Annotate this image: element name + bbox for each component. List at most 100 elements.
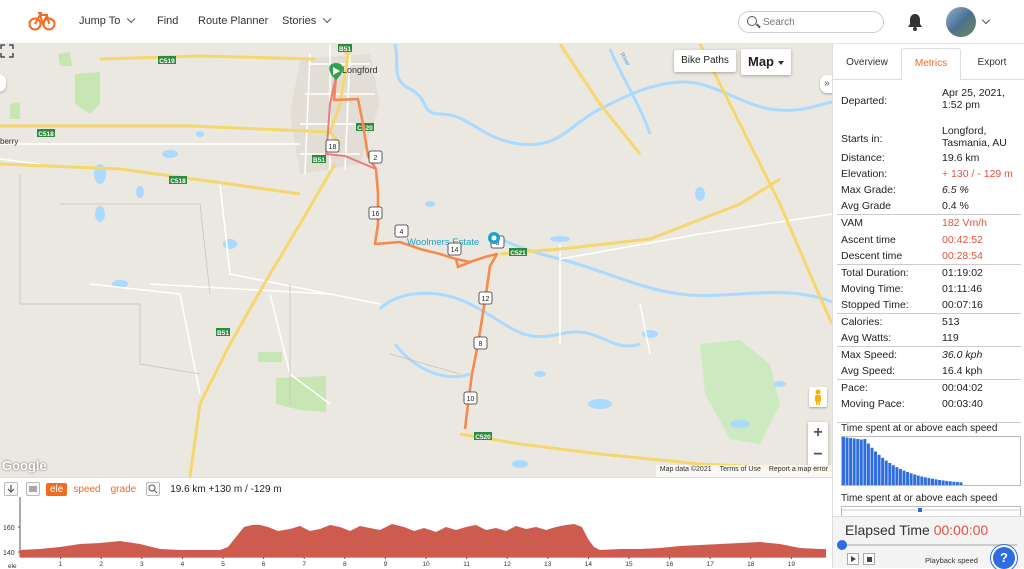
end-marker-icon [488,232,500,244]
route-panel: Overview Metrics Export Departed: Apr 25,… [832,44,1024,569]
metric-label: Moving Time: [841,283,904,295]
nav-find[interactable]: Find [157,15,178,27]
tab-export[interactable]: Export [961,48,1023,80]
svg-text:C520: C520 [475,434,491,441]
speed-mode-button[interactable]: speed [73,484,100,495]
metric-row: Total Duration: 01:19:02 [841,267,1021,281]
x-tick-label: 8 [343,561,347,568]
histogram-bars [842,437,963,485]
metric-row: Starts in: Longford, Tasmania, AU [841,125,1021,155]
histogram-bar [881,457,885,485]
elapsed-time: Elapsed Time 00:00:00 [845,522,988,538]
report-error-link[interactable]: Report a map error [769,466,828,476]
street-view-icon[interactable] [809,387,827,407]
slider-knob[interactable] [837,540,847,550]
playback-speed-label: Playback speed [925,556,978,565]
svg-text:18: 18 [329,144,337,151]
divider [837,214,1021,215]
metric-value: 182 Vm/h [942,217,987,229]
bike-paths-button[interactable]: Bike Paths [674,50,736,72]
metric-row: Max Grade: 6.5 % [841,184,1021,198]
metric-row: Max Speed: 36.0 kph [841,349,1021,363]
histogram-bar [842,437,845,485]
nav-route-planner[interactable]: Route Planner [198,15,268,27]
metric-label: Descent time [841,250,903,262]
y-tick-label: 140 [3,550,15,557]
histogram-bar [913,474,917,485]
km-marker: 10 [463,391,478,405]
x-axis-label: ele [8,563,17,569]
histogram-bar [906,472,910,485]
map-canvas: B51 C519 C518 C520 B51 C518 C521 B51 C52… [0,44,832,477]
elapsed-value: 00:00:00 [933,522,989,538]
divider [837,313,1021,314]
zoom-control: + − [808,422,828,466]
zoom-chart-button[interactable] [146,482,161,496]
search-input[interactable] [763,15,873,29]
zoom-in-button[interactable]: + [808,422,828,444]
help-icon[interactable]: ? [993,547,1015,569]
km-marker: 8 [473,336,488,350]
elevation-summary: 19.6 km +130 m / -129 m [170,483,282,495]
search-box[interactable] [738,11,884,33]
metric-row: Avg Watts: 119 [841,332,1021,346]
chevron-down-icon [127,14,136,24]
metric-value: 19.6 km [942,152,980,164]
x-tick-label: 10 [422,561,430,568]
histogram-bar [870,447,874,485]
pegman-icon [815,389,821,405]
speed-histogram[interactable] [841,436,1021,486]
zoom-out-button[interactable]: − [808,444,828,466]
svg-text:8: 8 [479,341,483,348]
metric-value: 01:19:02 [942,267,983,279]
google-logo: Google [2,458,47,473]
metric-value: Longford, Tasmania, AU [942,125,1007,149]
map-attribution: Map data ©2021 Terms of Use Report a map… [655,465,832,477]
metric-row: Calories: 513 [841,316,1021,330]
place-label: Longford [342,65,378,75]
tab-metrics[interactable]: Metrics [901,48,961,81]
terms-link[interactable]: Terms of Use [720,466,761,476]
metric-row: Pace: 00:04:02 [841,382,1021,396]
place-label: Woolmers Estate [407,237,479,248]
histogram-bar [948,481,952,485]
x-tick-label: 15 [625,561,633,568]
chevron-down-icon[interactable] [981,15,991,25]
x-tick-label: 12 [504,561,512,568]
x-tick-label: 14 [585,561,593,568]
elevation-toolbar: ele speed grade 19.6 km +130 m / -129 m [0,481,282,497]
nav-jump-to[interactable]: Jump To [79,14,136,27]
play-button[interactable] [847,553,859,565]
download-button[interactable] [4,482,18,496]
route-map[interactable]: B51 C519 C518 C520 B51 C518 C521 B51 C52… [0,44,832,477]
histogram-bar [920,476,924,485]
playback-slider[interactable] [837,540,1017,550]
tab-overview[interactable]: Overview [835,48,899,80]
x-tick-label: 17 [707,561,715,568]
metric-row: Avg Speed: 16.4 kph [841,365,1021,379]
grade-mode-button[interactable]: grade [111,484,137,495]
avatar[interactable] [946,7,976,37]
menu-button[interactable] [26,482,40,496]
histogram-bar [852,438,856,485]
ele-mode-button[interactable]: ele [46,482,68,496]
km-marker: 2 [368,150,383,164]
collapse-panel-button[interactable]: » [820,75,832,93]
bike-logo-icon[interactable] [28,10,56,32]
elevation-profile-chart[interactable]: 160 140 1 2 3 4 5 6 7 8 9 10 11 12 13 14 15 16 17 18 19 el… [0,497,832,569]
histogram-bar [934,479,938,485]
metric-label: Distance: [841,152,885,164]
nav-stories[interactable]: Stories [282,14,332,27]
stop-button[interactable] [863,553,875,565]
histogram-bar [898,468,902,485]
histogram-bar [895,467,899,485]
bell-icon[interactable] [907,13,923,31]
fullscreen-icon[interactable] [0,44,14,58]
x-tick-label: 5 [221,561,225,568]
histogram-bar [845,437,849,485]
metric-value: 119 [942,332,959,344]
map-type-select[interactable]: Map [741,49,791,75]
metric-label: Avg Grade [841,200,892,212]
svg-text:4: 4 [400,229,404,236]
metric-label: VAM [841,217,863,229]
